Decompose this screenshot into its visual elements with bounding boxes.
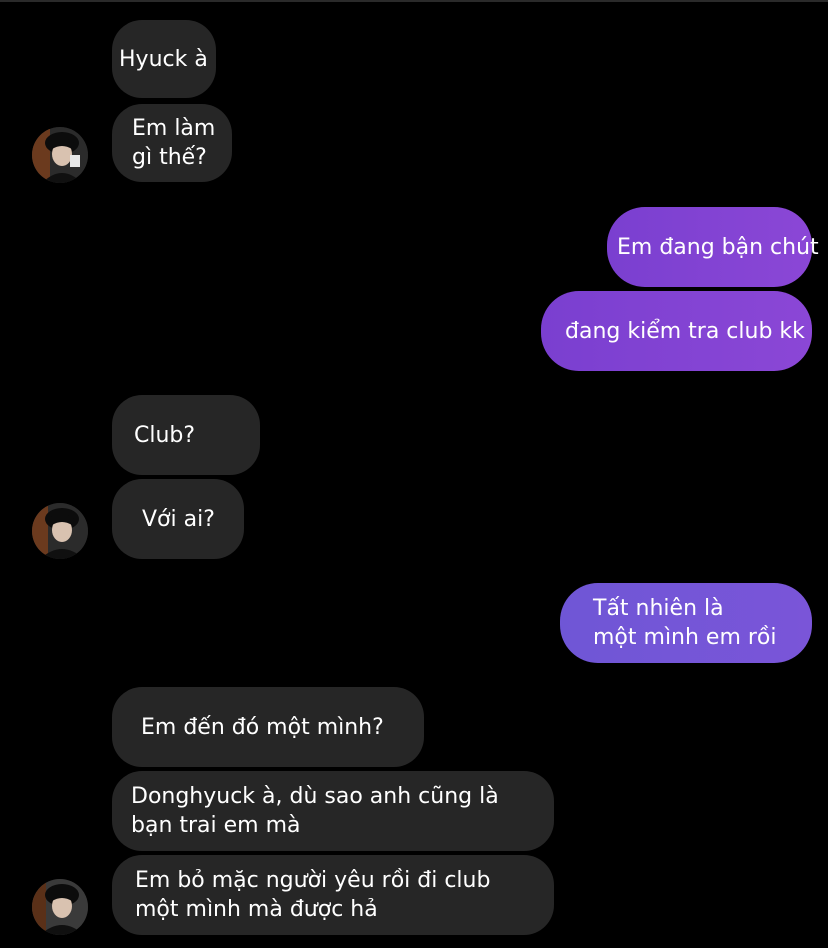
message-line: Em bỏ mặc người yêu rồi đi club — [135, 868, 491, 893]
message-line: Tất nhiên là — [593, 596, 724, 621]
message-line: Em làm — [132, 116, 216, 141]
message-text: Donghyuck à, dù sao anh cũng là bạn trai… — [131, 782, 499, 840]
received-message[interactable]: Em bỏ mặc người yêu rồi đi club một mình… — [112, 855, 554, 935]
message-text: Em đang bận chút — [617, 234, 819, 260]
received-message[interactable]: Donghyuck à, dù sao anh cũng là bạn trai… — [112, 771, 554, 851]
contact-avatar[interactable] — [32, 503, 88, 559]
avatar-photo-icon — [32, 127, 88, 183]
message-line: một mình em rồi — [593, 625, 777, 650]
received-message[interactable]: Em đến đó một mình? — [112, 687, 424, 767]
message-text: Em đến đó một mình? — [141, 714, 384, 740]
message-text: Với ai? — [142, 506, 215, 532]
sent-message[interactable]: Em đang bận chút — [607, 207, 819, 287]
sent-message[interactable]: đang kiểm tra club kk — [541, 291, 812, 371]
message-line: Donghyuck à, dù sao anh cũng là — [131, 784, 499, 809]
message-line: gì thế? — [132, 145, 207, 170]
contact-avatar[interactable] — [32, 879, 88, 935]
message-text: Em làm gì thế? — [132, 114, 215, 172]
message-text: Hyuck à — [119, 46, 208, 72]
top-divider — [0, 0, 828, 2]
received-message[interactable]: Club? — [112, 395, 260, 475]
message-line: bạn trai em mà — [131, 813, 301, 838]
received-message[interactable]: Em làm gì thế? — [112, 104, 232, 182]
received-message[interactable]: Hyuck à — [112, 20, 216, 98]
message-text: Em bỏ mặc người yêu rồi đi club một mình… — [135, 866, 490, 924]
avatar-photo-icon — [32, 503, 88, 559]
avatar-photo-icon — [32, 879, 88, 935]
sent-message[interactable]: Tất nhiên là một mình em rồi — [560, 583, 812, 663]
message-line: một mình mà được hả — [135, 897, 378, 922]
received-message[interactable]: Với ai? — [112, 479, 244, 559]
message-text: Tất nhiên là một mình em rồi — [593, 594, 777, 652]
message-text: Club? — [134, 422, 196, 448]
contact-avatar[interactable] — [32, 127, 88, 183]
message-text: đang kiểm tra club kk — [565, 318, 805, 344]
